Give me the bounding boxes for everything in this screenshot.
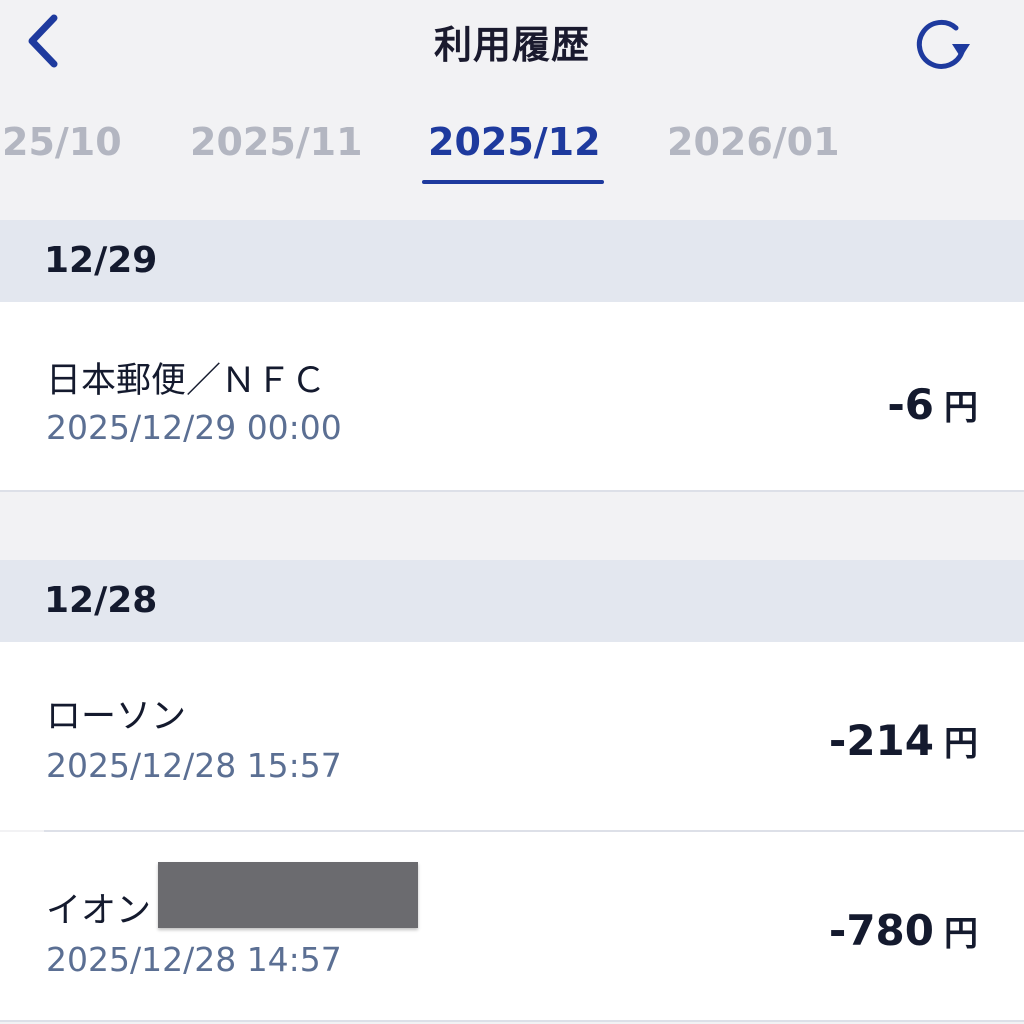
page-title: 利用履歴 (433, 23, 590, 67)
currency-unit: 円 (944, 724, 978, 764)
tab-month-2026-01[interactable]: 2026/01 (667, 120, 840, 164)
currency-unit: 円 (944, 914, 978, 954)
usage-history-screen: 利用履歴 25/10 2025/11 2025/12 2026/01 12/29… (0, 0, 1024, 1024)
row-divider (0, 490, 1024, 492)
transaction-row[interactable]: 日本郵便／ＮＦＣ 2025/12/29 00:00 -6 円 (0, 302, 1024, 490)
navigation-bar: 利用履歴 (0, 0, 1024, 96)
transaction-row[interactable]: イオン 2025/12/28 14:57 -780 円 (0, 832, 1024, 1020)
transaction-row[interactable]: ローソン 2025/12/28 15:57 -214 円 (0, 642, 1024, 830)
transaction-datetime: 2025/12/28 15:57 (46, 746, 342, 785)
date-label: 12/28 (44, 580, 158, 621)
tab-month-2025-11[interactable]: 2025/11 (190, 120, 363, 164)
amount-value: -780 (828, 906, 934, 955)
active-tab-indicator (422, 180, 604, 184)
tab-month-2025-12[interactable]: 2025/12 (428, 120, 601, 164)
merchant-name: イオン (46, 891, 152, 931)
month-tab-bar: 25/10 2025/11 2025/12 2026/01 (0, 96, 1024, 220)
transaction-amount: -6 円 (887, 380, 978, 429)
merchant-name: 日本郵便／ＮＦＣ (46, 361, 327, 401)
chevron-left-icon (28, 14, 58, 68)
row-divider (0, 1020, 1024, 1022)
refresh-icon (916, 19, 970, 69)
refresh-button[interactable] (906, 12, 976, 78)
transaction-amount: -780 円 (829, 906, 978, 955)
date-section-header: 12/29 (0, 220, 1024, 302)
transaction-amount: -214 円 (829, 716, 978, 765)
transaction-datetime: 2025/12/28 14:57 (46, 940, 342, 979)
transaction-datetime: 2025/12/29 00:00 (46, 408, 342, 447)
redaction-block (158, 862, 418, 928)
back-button[interactable] (14, 8, 74, 74)
date-label: 12/29 (44, 240, 158, 281)
currency-unit: 円 (944, 388, 978, 428)
amount-value: -6 (887, 380, 934, 429)
tab-month-2025-10[interactable]: 25/10 (2, 120, 122, 164)
merchant-name: ローソン (46, 697, 187, 737)
amount-value: -214 (828, 716, 934, 765)
date-section-header: 12/28 (0, 560, 1024, 642)
